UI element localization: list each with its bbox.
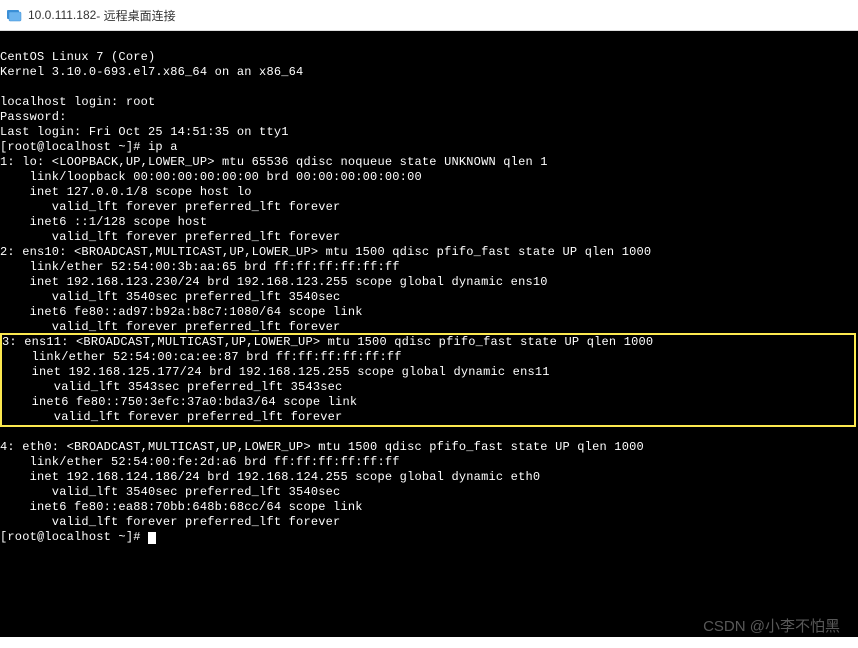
iface-eth0-hdr: 4: eth0: <BROADCAST,MULTICAST,UP,LOWER_U… [0, 440, 644, 454]
title-ip: 10.0.111.182 [28, 8, 96, 22]
os-name: CentOS Linux 7 (Core) [0, 50, 155, 64]
iface-lo-hdr: 1: lo: <LOOPBACK,UP,LOWER_UP> mtu 65536 … [0, 155, 548, 169]
iface-eth0-link: link/ether 52:54:00:fe:2d:a6 brd ff:ff:f… [0, 455, 400, 469]
iface-lo-valid2: valid_lft forever preferred_lft forever [0, 230, 340, 244]
iface-ens10-inet6: inet6 fe80::ad97:b92a:b8c7:1080/64 scope… [0, 305, 363, 319]
iface-lo-valid1: valid_lft forever preferred_lft forever [0, 200, 340, 214]
iface-ens10-inet: inet 192.168.123.230/24 brd 192.168.123.… [0, 275, 548, 289]
iface-lo-inet6: inet6 ::1/128 scope host [0, 215, 207, 229]
iface-lo-link: link/loopback 00:00:00:00:00:00 brd 00:0… [0, 170, 422, 184]
os-kernel: Kernel 3.10.0-693.el7.x86_64 on an x86_6… [0, 65, 303, 79]
last-login: Last login: Fri Oct 25 14:51:35 on tty1 [0, 125, 289, 139]
window-titlebar: 10.0.111.182 - 远程桌面连接 [0, 0, 858, 31]
iface-ens10-hdr: 2: ens10: <BROADCAST,MULTICAST,UP,LOWER_… [0, 245, 651, 259]
iface-ens10-link: link/ether 52:54:00:3b:aa:65 brd ff:ff:f… [0, 260, 400, 274]
password-line: Password: [0, 110, 67, 124]
iface-eth0-inet6: inet6 fe80::ea88:70bb:648b:68cc/64 scope… [0, 500, 363, 514]
iface-ens11-inet: inet 192.168.125.177/24 brd 192.168.125.… [2, 365, 550, 379]
prompt-idle: [root@localhost ~]# [0, 530, 156, 544]
prompt-cmd1: [root@localhost ~]# ip a [0, 140, 178, 154]
iface-ens11-inet6: inet6 fe80::750:3efc:37a0:bda3/64 scope … [2, 395, 357, 409]
iface-eth0-valid2: valid_lft forever preferred_lft forever [0, 515, 340, 529]
terminal-output[interactable]: CentOS Linux 7 (Core) Kernel 3.10.0-693.… [0, 31, 858, 637]
title-suffix: - 远程桌面连接 [96, 7, 175, 24]
iface-eth0-inet: inet 192.168.124.186/24 brd 192.168.124.… [0, 470, 540, 484]
watermark: CSDN @小李不怕黑 [703, 615, 840, 636]
iface-ens10-valid2: valid_lft forever preferred_lft forever [0, 320, 340, 334]
iface-eth0-valid1: valid_lft 3540sec preferred_lft 3540sec [0, 485, 340, 499]
cursor [148, 532, 156, 544]
login-line: localhost login: root [0, 95, 155, 109]
rdp-icon [6, 7, 22, 23]
highlight-box-ens11: 3: ens11: <BROADCAST,MULTICAST,UP,LOWER_… [0, 333, 856, 427]
iface-ens11-link: link/ether 52:54:00:ca:ee:87 brd ff:ff:f… [2, 350, 402, 364]
iface-ens11-valid2: valid_lft forever preferred_lft forever [2, 410, 342, 424]
iface-ens10-valid1: valid_lft 3540sec preferred_lft 3540sec [0, 290, 340, 304]
iface-ens11-hdr: 3: ens11: <BROADCAST,MULTICAST,UP,LOWER_… [2, 335, 653, 349]
iface-ens11-valid1: valid_lft 3543sec preferred_lft 3543sec [2, 380, 342, 394]
iface-lo-inet: inet 127.0.0.1/8 scope host lo [0, 185, 252, 199]
